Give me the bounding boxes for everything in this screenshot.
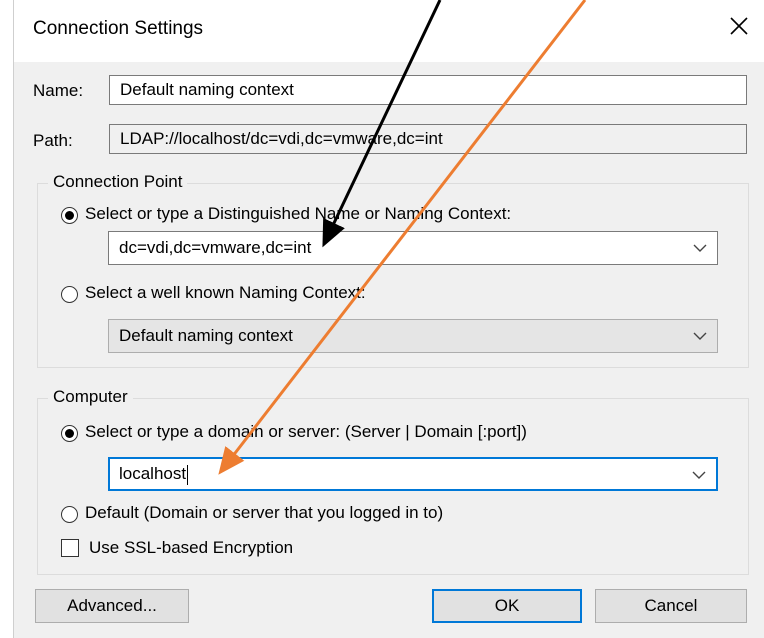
computer-title: Computer	[48, 387, 133, 407]
domain-server-combo[interactable]: localhost	[108, 457, 718, 491]
ssl-checkbox-label: Use SSL-based Encryption	[89, 538, 294, 557]
radio-distinguished-name[interactable]	[61, 207, 78, 224]
radio-well-known-context[interactable]	[61, 286, 78, 303]
dialog-title: Connection Settings	[33, 18, 204, 39]
well-known-context-value: Default naming context	[119, 326, 293, 345]
text-caret	[187, 464, 189, 485]
radio-default-domain[interactable]	[61, 506, 78, 523]
well-known-context-combo[interactable]: Default naming context	[108, 319, 718, 353]
chevron-down-icon[interactable]	[693, 243, 707, 253]
background-window-edge	[0, 0, 14, 638]
path-label: Path:	[33, 131, 73, 150]
radio-domain-server[interactable]	[61, 425, 78, 442]
advanced-button[interactable]: Advanced...	[35, 589, 189, 623]
ssl-checkbox[interactable]	[61, 539, 79, 557]
distinguished-name-value: dc=vdi,dc=vmware,dc=int	[119, 238, 312, 257]
chevron-down-icon[interactable]	[692, 470, 706, 480]
name-field[interactable]: Default naming context	[109, 75, 747, 105]
radio-well-known-context-label: Select a well known Naming Context:	[85, 283, 366, 302]
ok-button[interactable]: OK	[432, 589, 582, 623]
name-label: Name:	[33, 81, 84, 100]
radio-distinguished-name-label: Select or type a Distinguished Name or N…	[85, 204, 512, 223]
radio-domain-server-label: Select or type a domain or server: (Serv…	[85, 422, 527, 441]
connection-point-title: Connection Point	[48, 172, 188, 192]
close-icon[interactable]	[727, 14, 751, 38]
chevron-down-icon[interactable]	[693, 331, 707, 341]
radio-default-domain-label: Default (Domain or server that you logge…	[85, 503, 444, 522]
domain-server-value: localhost	[119, 464, 187, 483]
title-bar: Connection Settings	[14, 0, 764, 62]
path-field[interactable]: LDAP://localhost/dc=vdi,dc=vmware,dc=int	[109, 124, 747, 154]
cancel-button[interactable]: Cancel	[595, 589, 747, 623]
connection-settings-dialog: Connection Settings Name: Default naming…	[14, 0, 764, 638]
distinguished-name-combo[interactable]: dc=vdi,dc=vmware,dc=int	[108, 231, 718, 265]
